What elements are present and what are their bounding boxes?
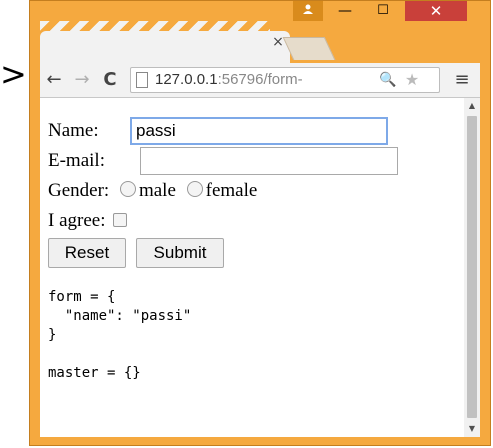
close-window-button[interactable]: ✕ xyxy=(405,1,467,21)
url-path: :56796/form- xyxy=(217,71,303,88)
page-viewport: Name: passi E-mail: Gender: male female … xyxy=(40,98,480,437)
forward-arrow-icon[interactable]: → xyxy=(72,67,92,93)
tab-active[interactable]: × xyxy=(40,31,290,63)
new-tab-button[interactable] xyxy=(282,37,336,60)
reload-icon[interactable]: C xyxy=(100,67,120,93)
master-json-line: master = {} xyxy=(48,365,141,381)
back-arrow-icon[interactable]: ← xyxy=(44,67,64,93)
page-icon xyxy=(136,72,148,88)
gender-female-radio[interactable] xyxy=(186,181,203,197)
agree-row: I agree: xyxy=(48,206,128,236)
reset-button[interactable]: Reset xyxy=(48,238,126,268)
name-input[interactable]: passi xyxy=(130,117,388,145)
gender-male-radio[interactable] xyxy=(119,181,136,197)
gender-male-label: male xyxy=(138,180,176,201)
form-json-line-3: } xyxy=(48,327,57,343)
agree-label: I agree: xyxy=(48,210,106,231)
profile-person-icon[interactable] xyxy=(293,1,323,21)
bookmark-star-icon[interactable]: ★ xyxy=(403,68,421,92)
email-row: E-mail: xyxy=(48,146,105,176)
overflow-caret: > xyxy=(0,55,27,93)
tab-strip: × xyxy=(40,21,290,63)
agree-checkbox[interactable] xyxy=(113,213,128,227)
form-json-line-1: form = { xyxy=(48,289,116,305)
zoom-icon[interactable]: 🔍 xyxy=(379,68,397,92)
browser-toolbar: ← → C 127.0.0.1:56796/form- 🔍 ★ ≡ xyxy=(40,63,480,98)
scroll-down-icon[interactable]: ▼ xyxy=(464,421,480,437)
title-bar[interactable]: × — ☐ ✕ xyxy=(30,1,490,63)
name-label: Name: xyxy=(48,120,99,141)
gender-row: Gender: male female xyxy=(48,176,257,206)
gender-label: Gender: xyxy=(48,180,110,201)
gender-female-label: female xyxy=(205,180,258,201)
name-row: Name: xyxy=(48,116,99,146)
vertical-scrollbar[interactable]: ▲ ▼ xyxy=(464,98,480,437)
submit-button[interactable]: Submit xyxy=(136,238,224,268)
url-host: 127.0.0.1 xyxy=(155,71,218,88)
email-input[interactable] xyxy=(140,147,398,175)
close-tab-icon[interactable]: × xyxy=(270,33,286,51)
url-text[interactable]: 127.0.0.1:56796/form- xyxy=(155,68,365,92)
scroll-up-icon[interactable]: ▲ xyxy=(464,98,480,114)
scrollbar-thumb[interactable] xyxy=(467,116,477,418)
browser-window: × — ☐ ✕ ← → C 127.0.0.1:56796/form- 🔍 ★ … xyxy=(29,0,491,446)
form-json-line-2: "name": "passi" xyxy=(48,308,192,324)
address-bar[interactable]: 127.0.0.1:56796/form- 🔍 ★ xyxy=(130,67,440,93)
email-label: E-mail: xyxy=(48,150,105,171)
menu-icon[interactable]: ≡ xyxy=(450,67,474,93)
maximize-button[interactable]: ☐ xyxy=(368,1,398,21)
minimize-button[interactable]: — xyxy=(330,1,360,21)
person-icon xyxy=(303,4,313,14)
